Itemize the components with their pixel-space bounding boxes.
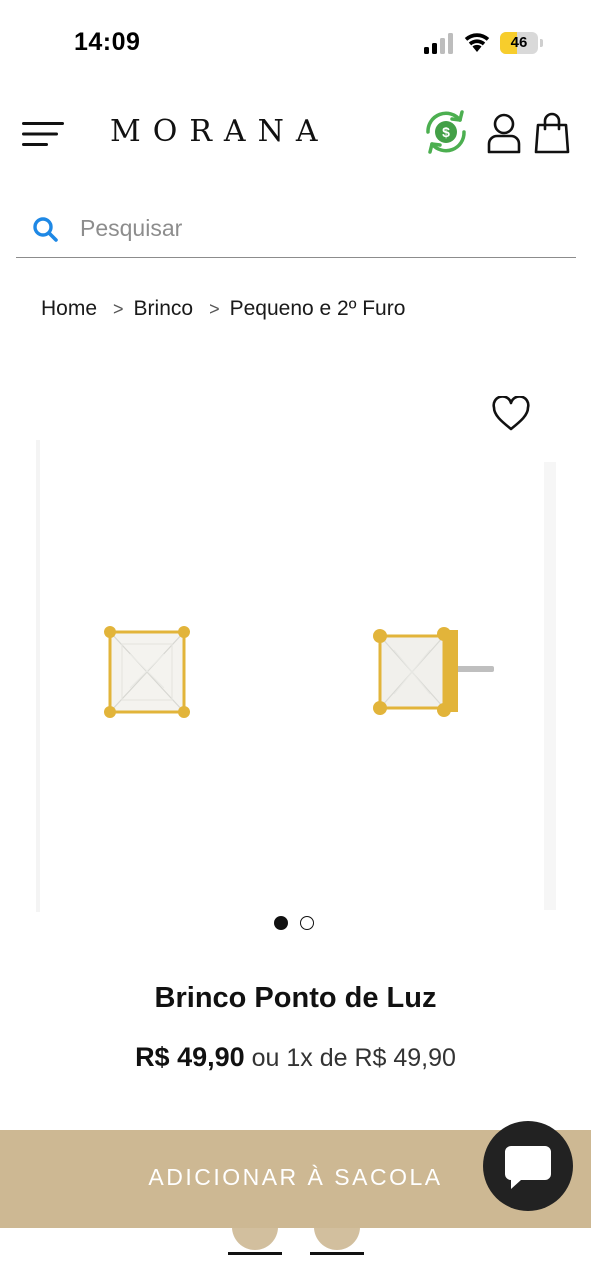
earring-front-view-image <box>104 626 190 718</box>
installment-info: ou 1x de R$ 49,90 <box>251 1044 456 1072</box>
carousel-dot[interactable] <box>300 916 314 930</box>
search-bar <box>16 200 576 258</box>
cellular-signal-icon <box>424 33 453 54</box>
menu-icon[interactable] <box>22 120 64 148</box>
earring-side-view-image <box>373 627 494 717</box>
status-time: 14:09 <box>74 28 141 56</box>
bottom-tab-peek <box>0 1220 591 1280</box>
breadcrumb-separator: > <box>113 298 124 319</box>
chat-icon <box>505 1146 551 1189</box>
battery-indicator: 46 <box>500 32 544 54</box>
breadcrumb-current[interactable]: Pequeno e 2º Furo <box>230 297 406 321</box>
search-input[interactable] <box>80 210 560 246</box>
brand-logo[interactable]: MORANA <box>110 114 329 149</box>
svg-text:$: $ <box>442 124 450 140</box>
search-icon[interactable] <box>32 216 58 242</box>
cashback-icon[interactable]: $ <box>420 106 472 158</box>
wifi-icon <box>464 33 490 52</box>
breadcrumb-brinco[interactable]: Brinco <box>134 297 194 321</box>
shopping-bag-icon[interactable] <box>534 112 570 154</box>
breadcrumb-separator: > <box>209 298 220 319</box>
status-bar: 14:09 46 <box>0 0 591 80</box>
chat-button[interactable] <box>483 1121 573 1211</box>
product-title: Brinco Ponto de Luz <box>154 982 437 1014</box>
breadcrumb: Home > Brinco > Pequeno e 2º Furo <box>41 294 405 324</box>
carousel-dot[interactable] <box>274 916 288 930</box>
breadcrumb-home[interactable]: Home <box>41 297 97 321</box>
product-price: R$ 49,90 <box>135 1042 245 1072</box>
heart-icon[interactable] <box>492 396 530 432</box>
image-carousel-dots <box>274 916 314 934</box>
user-icon[interactable] <box>486 112 522 154</box>
battery-level: 46 <box>510 34 528 51</box>
price-row: R$ 49,90 ou 1x de R$ 49,90 <box>0 1042 591 1073</box>
site-header: MORANA $ <box>0 90 591 180</box>
